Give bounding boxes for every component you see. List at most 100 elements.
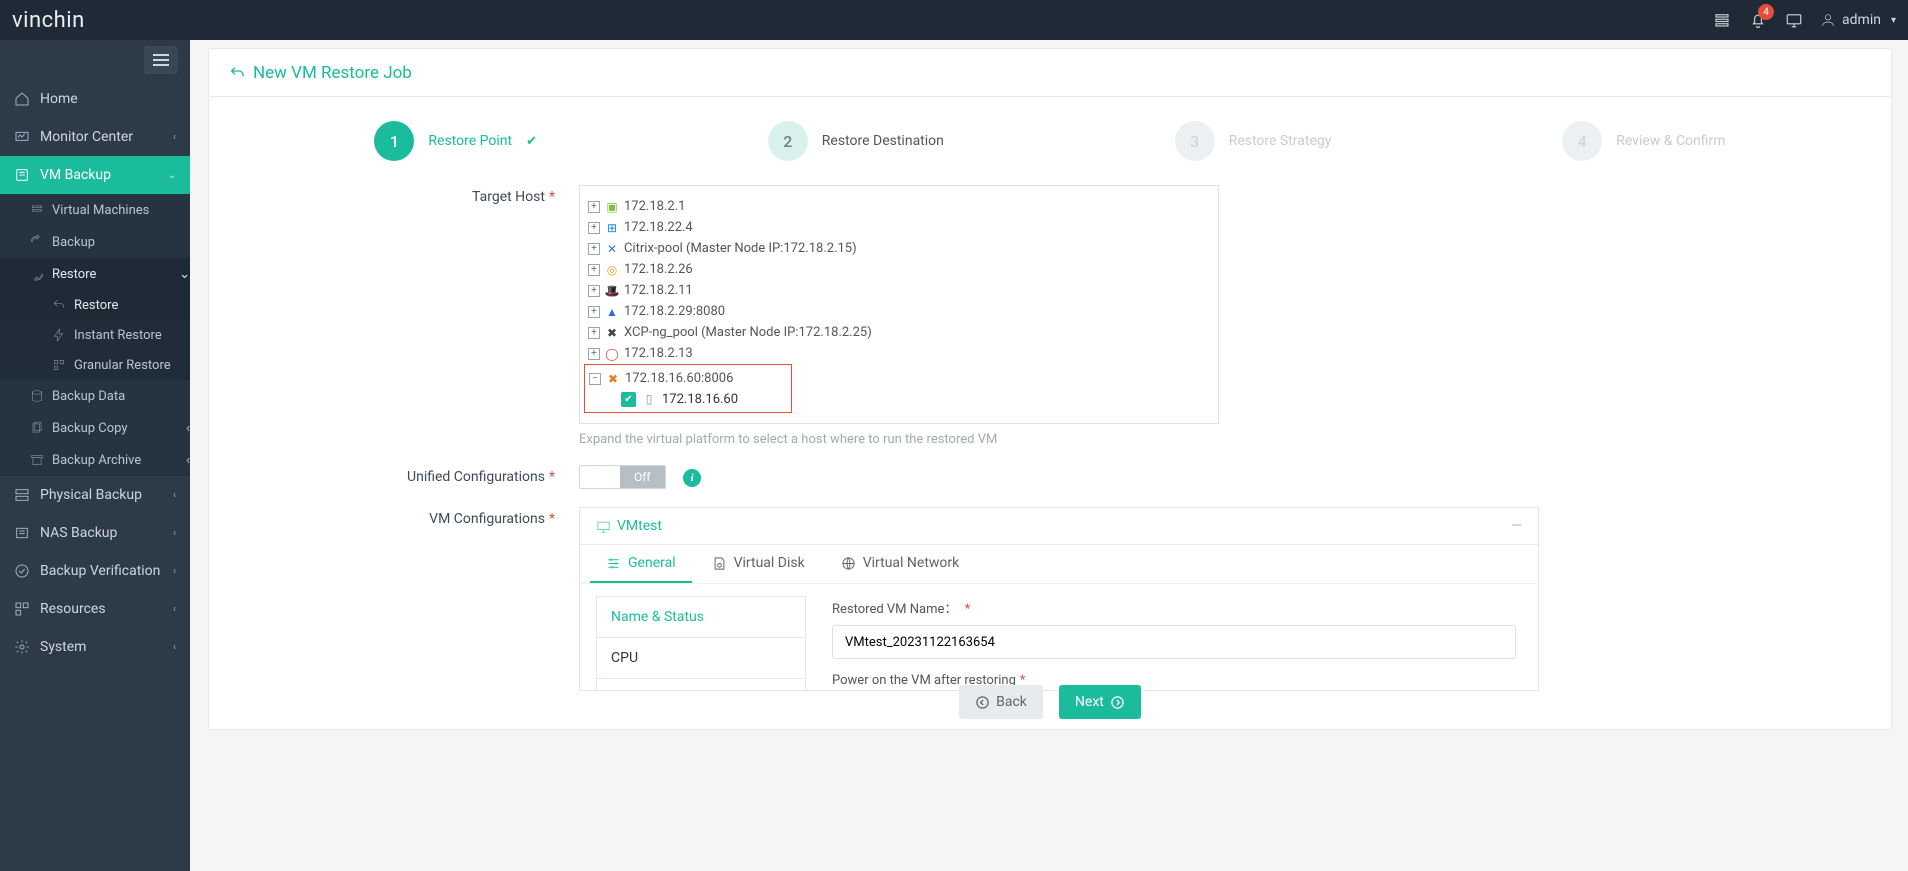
sidebar-item-label: VM Backup [40, 167, 111, 183]
sidebar-item-vm-backup[interactable]: VM Backup ⌄ [0, 156, 190, 194]
sidebar-subsub-instant-restore[interactable]: Instant Restore [0, 320, 190, 350]
sidebar-item-label: Monitor Center [40, 129, 133, 145]
refresh-icon [30, 235, 44, 249]
expand-icon[interactable]: + [588, 285, 600, 297]
host-icon: ▯ [641, 391, 657, 407]
label-target-host: Target Host* [239, 185, 579, 205]
windows-icon: ⊞ [604, 220, 620, 236]
sidebar-item-physical-backup[interactable]: Physical Backup ‹ [0, 476, 190, 514]
vm-side-name-status[interactable]: Name & Status [597, 597, 805, 638]
granular-icon [52, 358, 66, 372]
sidebar-subitem-backup-archive[interactable]: Backup Archive ‹ [0, 444, 190, 476]
back-button[interactable]: Back [959, 685, 1043, 719]
sidebar-item-label: Backup Copy [52, 421, 128, 436]
expand-icon[interactable]: + [588, 222, 600, 234]
screen-icon[interactable] [1776, 0, 1812, 40]
next-button[interactable]: Next [1059, 685, 1141, 719]
label-restored-vm-name: Restored VM Name： * [832, 598, 1516, 617]
sidebar-toggle[interactable] [144, 46, 178, 74]
unified-config-toggle[interactable]: Off [579, 465, 666, 489]
sidebar-item-resources[interactable]: Resources ‹ [0, 590, 190, 628]
sidebar-item-label: Backup Archive [52, 453, 141, 468]
vm-config-panel: VMtest — General Virtual Disk [579, 507, 1539, 691]
expand-icon[interactable]: + [588, 348, 600, 360]
tree-node-expanded[interactable]: −✖172.18.16.60:8006 [589, 368, 787, 389]
verify-icon [14, 563, 30, 579]
platform-icon: ◯ [604, 346, 620, 362]
expand-icon[interactable]: + [588, 201, 600, 213]
target-host-tree[interactable]: +▣172.18.2.1 +⊞172.18.22.4 +✕Citrix-pool… [579, 185, 1219, 424]
notification-badge: 4 [1758, 4, 1774, 20]
user-menu[interactable]: admin ▾ [1820, 12, 1896, 28]
topbar: vinchin 4 admin ▾ [0, 0, 1908, 40]
expand-icon[interactable]: + [588, 306, 600, 318]
chevron-down-icon: ⌄ [179, 267, 190, 282]
sidebar-subitem-restore[interactable]: Restore ⌄ [0, 258, 190, 290]
sidebar-item-home[interactable]: Home [0, 80, 190, 118]
archive-icon [30, 453, 44, 467]
disk-icon [712, 556, 727, 571]
sidebar-subitem-backup[interactable]: Backup [0, 226, 190, 258]
tree-node[interactable]: +✕Citrix-pool (Master Node IP:172.18.2.1… [588, 238, 1210, 259]
target-host-help: Expand the virtual platform to select a … [579, 432, 1219, 447]
proxmox-icon: ✖ [605, 371, 621, 387]
checkbox-checked-icon[interactable]: ✔ [621, 392, 636, 407]
collapse-icon[interactable]: − [589, 373, 601, 385]
vmware-icon: ▣ [604, 199, 620, 215]
tree-node[interactable]: +🎩172.18.2.11 [588, 280, 1210, 301]
sidebar-subitem-virtual-machines[interactable]: Virtual Machines [0, 194, 190, 226]
tree-node[interactable]: +◯172.18.2.13 [588, 343, 1210, 364]
tree-node[interactable]: +✖XCP-ng_pool (Master Node IP:172.18.2.2… [588, 322, 1210, 343]
restored-vm-name-input[interactable] [832, 625, 1516, 659]
vm-icon [596, 519, 611, 534]
step-restore-strategy[interactable]: 3 Restore Strategy [1175, 121, 1332, 161]
tree-node[interactable]: +⊞172.18.22.4 [588, 217, 1210, 238]
tab-general[interactable]: General [590, 545, 692, 583]
label-vm-config: VM Configurations* [239, 507, 579, 527]
tree-node[interactable]: +▣172.18.2.1 [588, 196, 1210, 217]
sidebar-item-label: Granular Restore [74, 358, 171, 373]
step-restore-point[interactable]: 1 Restore Point ✔ [374, 121, 537, 161]
tree-node-child-selected[interactable]: ✔ ▯ 172.18.16.60 [621, 389, 787, 409]
sidebar-item-label: System [40, 639, 86, 655]
sidebar-subsub-restore[interactable]: Restore [0, 290, 190, 320]
tab-virtual-disk[interactable]: Virtual Disk [696, 545, 821, 583]
sidebar-item-nas-backup[interactable]: NAS Backup ‹ [0, 514, 190, 552]
redhat-icon: 🎩 [604, 283, 620, 299]
xcpng-icon: ✖ [604, 325, 620, 341]
sidebar-item-label: Resources [40, 601, 106, 617]
expand-icon[interactable]: + [588, 327, 600, 339]
sidebar: Home Monitor Center ‹ VM Backup ⌄ Virtua… [0, 40, 190, 871]
sidebar-item-label: Home [40, 91, 78, 107]
vm-side-cpu[interactable]: CPU [597, 638, 805, 679]
globe-icon [841, 556, 856, 571]
bolt-icon [52, 328, 66, 342]
sidebar-item-label: Backup Data [52, 389, 125, 404]
chevron-right-icon: ‹ [173, 566, 176, 577]
platform-icon: ▲ [604, 304, 620, 320]
collapse-icon[interactable]: — [1511, 518, 1522, 534]
step-review-confirm[interactable]: 4 Review & Confirm [1562, 121, 1725, 161]
tree-node[interactable]: +▲172.18.2.29:8080 [588, 301, 1210, 322]
sidebar-subitem-backup-data[interactable]: Backup Data [0, 380, 190, 412]
expand-icon[interactable]: + [588, 243, 600, 255]
tasks-icon[interactable] [1704, 0, 1740, 40]
sidebar-item-monitor-center[interactable]: Monitor Center ‹ [0, 118, 190, 156]
tree-node[interactable]: +◎172.18.2.26 [588, 259, 1210, 280]
username: admin [1842, 12, 1881, 28]
sidebar-item-backup-verification[interactable]: Backup Verification ‹ [0, 552, 190, 590]
citrix-icon: ✕ [604, 241, 620, 257]
tab-virtual-network[interactable]: Virtual Network [825, 545, 976, 583]
sidebar-subitem-backup-copy[interactable]: Backup Copy ‹ [0, 412, 190, 444]
sidebar-subsub-granular-restore[interactable]: Granular Restore [0, 350, 190, 380]
info-icon[interactable]: i [683, 469, 701, 487]
gear-icon [14, 639, 30, 655]
home-icon [14, 91, 30, 107]
notification-bell-icon[interactable]: 4 [1740, 0, 1776, 40]
list-icon [30, 203, 44, 217]
sidebar-item-system[interactable]: System ‹ [0, 628, 190, 666]
step-restore-destination[interactable]: 2 Restore Destination [768, 121, 944, 161]
label-unified-config: Unified Configurations* [239, 465, 579, 485]
sidebar-item-label: Instant Restore [74, 328, 162, 343]
expand-icon[interactable]: + [588, 264, 600, 276]
